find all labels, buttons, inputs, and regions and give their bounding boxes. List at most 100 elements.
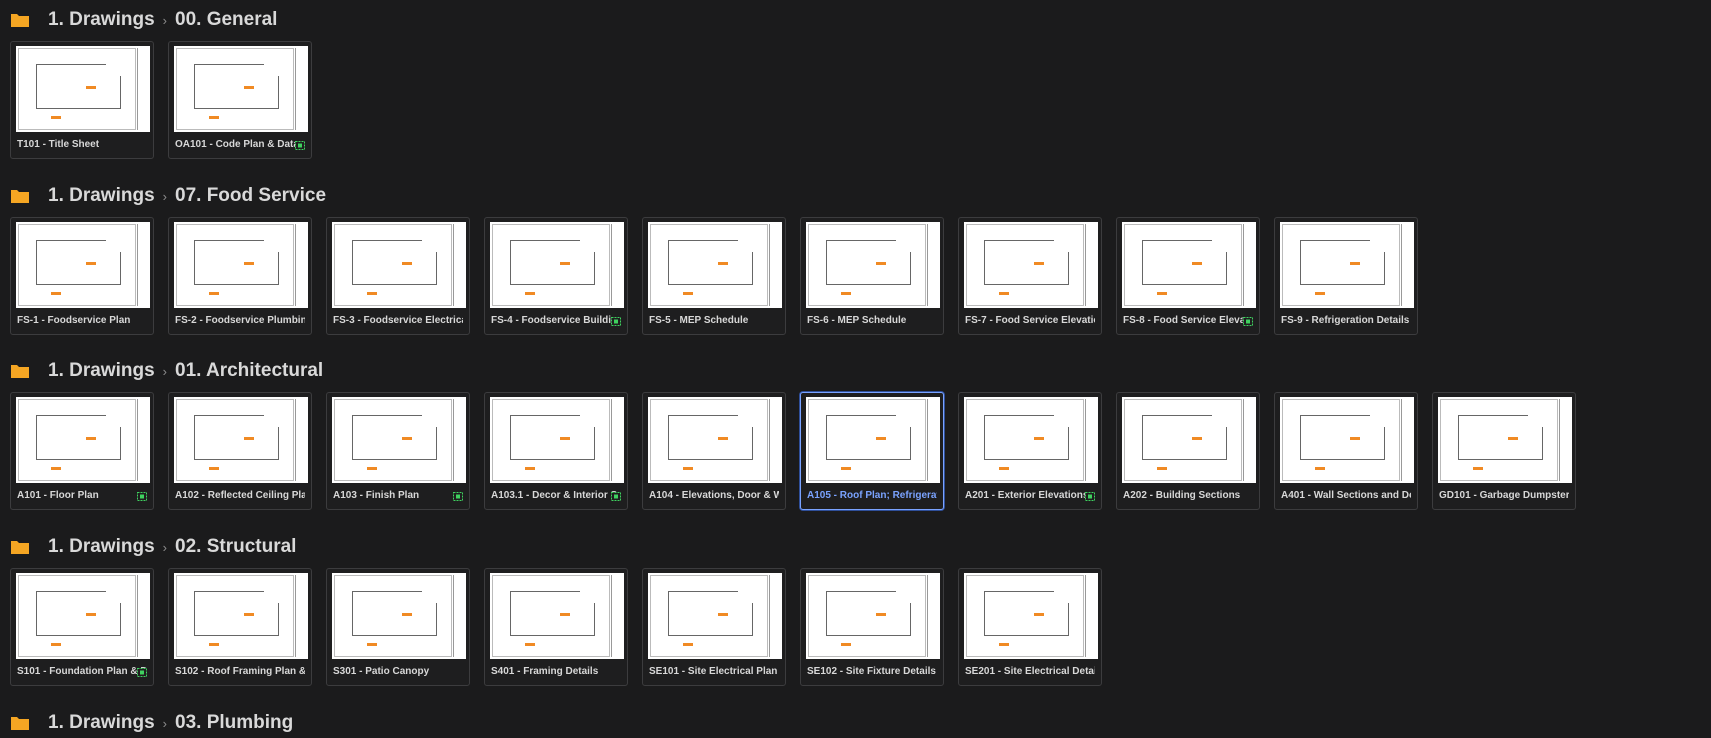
sheet-card[interactable]: FS-8 - Food Service Eleva: [1116, 217, 1260, 335]
sheet-card[interactable]: FS-6 - MEP Schedule: [800, 217, 944, 335]
sheet-card-row: A101 - Floor Plan A102 - Reflected Ceilin…: [10, 392, 1590, 510]
sheet-thumbnail: [648, 397, 782, 483]
sheet-label: SE101 - Site Electrical Plan: [649, 666, 778, 677]
sheet-label: S401 - Framing Details: [491, 666, 599, 677]
markup-status-icon: [295, 141, 305, 150]
breadcrumb-segment[interactable]: 07. Food Service: [175, 185, 326, 207]
sheet-label: A105 - Roof Plan; Refrigeratio: [807, 490, 937, 501]
sheet-group: 1. Drawings › 03. Plumbing: [10, 711, 293, 735]
chevron-right-icon: ›: [162, 12, 167, 28]
breadcrumb-segment[interactable]: 1. Drawings: [48, 185, 155, 207]
sheet-card[interactable]: A102 - Reflected Ceiling Plan: [168, 392, 312, 510]
sheet-label: SE201 - Site Electrical Details: [965, 666, 1095, 677]
sheet-thumbnail: [174, 222, 308, 308]
sheet-thumbnail: [1122, 397, 1256, 483]
sheet-label: A401 - Wall Sections and Det: [1281, 490, 1411, 501]
sheet-card[interactable]: FS-2 - Foodservice Plumbing: [168, 217, 312, 335]
chevron-right-icon: ›: [162, 363, 167, 379]
sheet-thumbnail: [332, 397, 466, 483]
sheet-label: A103 - Finish Plan: [333, 490, 420, 501]
sheet-card[interactable]: S401 - Framing Details: [484, 568, 628, 686]
sheet-thumbnail: [16, 46, 150, 132]
sheet-card[interactable]: FS-9 - Refrigeration Details: [1274, 217, 1418, 335]
breadcrumb-segment[interactable]: 1. Drawings: [48, 712, 155, 734]
sheet-card[interactable]: FS-4 - Foodservice Buildi: [484, 217, 628, 335]
sheet-thumbnail: [16, 397, 150, 483]
sheet-thumbnail: [332, 573, 466, 659]
markup-status-icon: [1243, 317, 1253, 326]
breadcrumb-segment[interactable]: 02. Structural: [175, 536, 296, 558]
sheet-card[interactable]: A103 - Finish Plan: [326, 392, 470, 510]
sheet-group: 1. Drawings › 07. Food Service FS-1 - Foods…: [10, 184, 1418, 335]
sheet-label: FS-7 - Food Service Elevation: [965, 315, 1095, 326]
breadcrumb-segment[interactable]: 03. Plumbing: [175, 712, 293, 734]
folder-icon: [10, 188, 30, 204]
breadcrumb-segment[interactable]: 1. Drawings: [48, 9, 155, 31]
sheet-card[interactable]: SE201 - Site Electrical Details: [958, 568, 1102, 686]
sheet-card[interactable]: OA101 - Code Plan & Data: [168, 41, 312, 159]
breadcrumb-segment[interactable]: 00. General: [175, 9, 277, 31]
sheet-thumbnail: [648, 222, 782, 308]
sheet-card[interactable]: S101 - Foundation Plan & D: [10, 568, 154, 686]
sheet-card[interactable]: A401 - Wall Sections and Det: [1274, 392, 1418, 510]
sheet-label: OA101 - Code Plan & Data: [175, 139, 299, 150]
sheet-card[interactable]: A201 - Exterior Elevations: [958, 392, 1102, 510]
sheet-label: SE102 - Site Fixture Details: [807, 666, 936, 677]
sheet-thumbnail: [490, 222, 624, 308]
chevron-right-icon: ›: [162, 539, 167, 555]
sheet-card[interactable]: SE101 - Site Electrical Plan: [642, 568, 786, 686]
sheet-label: FS-8 - Food Service Eleva: [1123, 315, 1246, 326]
sheet-label: A104 - Elevations, Door & Wi: [649, 490, 779, 501]
sheet-card[interactable]: A202 - Building Sections: [1116, 392, 1260, 510]
markup-status-icon: [1085, 492, 1095, 501]
sheet-label: A103.1 - Decor & Interior S: [491, 490, 618, 501]
sheet-card[interactable]: A104 - Elevations, Door & Wi: [642, 392, 786, 510]
group-breadcrumb[interactable]: 1. Drawings › 07. Food Service: [10, 184, 326, 208]
sheet-thumbnail: [964, 222, 1098, 308]
sheet-card[interactable]: FS-1 - Foodservice Plan: [10, 217, 154, 335]
sheet-thumbnail: [1122, 222, 1256, 308]
sheet-card[interactable]: S301 - Patio Canopy: [326, 568, 470, 686]
breadcrumb-segment[interactable]: 1. Drawings: [48, 536, 155, 558]
markup-status-icon: [611, 492, 621, 501]
sheet-thumbnail: [490, 573, 624, 659]
sheet-thumbnail: [174, 46, 308, 132]
markup-status-icon: [453, 492, 463, 501]
sheet-card[interactable]: S102 - Roof Framing Plan & S: [168, 568, 312, 686]
folder-icon: [10, 539, 30, 555]
breadcrumb-segment[interactable]: 1. Drawings: [48, 360, 155, 382]
sheet-label: T101 - Title Sheet: [17, 139, 100, 150]
sheet-card-row: FS-1 - Foodservice Plan FS-2 - Foodservic…: [10, 217, 1432, 335]
sheet-card-row: T101 - Title Sheet OA101 - Code Plan & Da…: [10, 41, 326, 159]
sheet-card[interactable]: A101 - Floor Plan: [10, 392, 154, 510]
sheet-card[interactable]: GD101 - Garbage Dumpster: [1432, 392, 1576, 510]
markup-status-icon: [611, 317, 621, 326]
sheet-label: FS-3 - Foodservice Electrica: [333, 315, 463, 326]
markup-status-icon: [137, 668, 147, 677]
sheet-thumbnail: [174, 397, 308, 483]
sheet-label: FS-4 - Foodservice Buildi: [491, 315, 612, 326]
markup-status-icon: [137, 492, 147, 501]
sheet-card[interactable]: A103.1 - Decor & Interior S: [484, 392, 628, 510]
sheet-group: 1. Drawings › 00. General T101 - Title Shee…: [10, 8, 312, 159]
sheet-card[interactable]: T101 - Title Sheet: [10, 41, 154, 159]
sheet-card[interactable]: A105 - Roof Plan; Refrigeratio: [800, 392, 944, 510]
sheet-thumbnail: [806, 573, 940, 659]
sheet-card[interactable]: FS-5 - MEP Schedule: [642, 217, 786, 335]
sheet-label: S101 - Foundation Plan & D: [17, 666, 147, 677]
sheet-card[interactable]: FS-3 - Foodservice Electrica: [326, 217, 470, 335]
group-breadcrumb[interactable]: 1. Drawings › 00. General: [10, 8, 277, 32]
sheet-card[interactable]: SE102 - Site Fixture Details: [800, 568, 944, 686]
sheet-label: A202 - Building Sections: [1123, 490, 1241, 501]
group-breadcrumb[interactable]: 1. Drawings › 02. Structural: [10, 535, 296, 559]
group-breadcrumb[interactable]: 1. Drawings › 03. Plumbing: [10, 711, 293, 735]
sheet-label: FS-9 - Refrigeration Details: [1281, 315, 1410, 326]
breadcrumb-segment[interactable]: 01. Architectural: [175, 360, 323, 382]
group-breadcrumb[interactable]: 1. Drawings › 01. Architectural: [10, 359, 323, 383]
sheet-thumbnail: [648, 573, 782, 659]
sheet-card[interactable]: FS-7 - Food Service Elevation: [958, 217, 1102, 335]
folder-icon: [10, 12, 30, 28]
sheet-label: S301 - Patio Canopy: [333, 666, 430, 677]
chevron-right-icon: ›: [162, 188, 167, 204]
sheet-label: FS-1 - Foodservice Plan: [17, 315, 131, 326]
